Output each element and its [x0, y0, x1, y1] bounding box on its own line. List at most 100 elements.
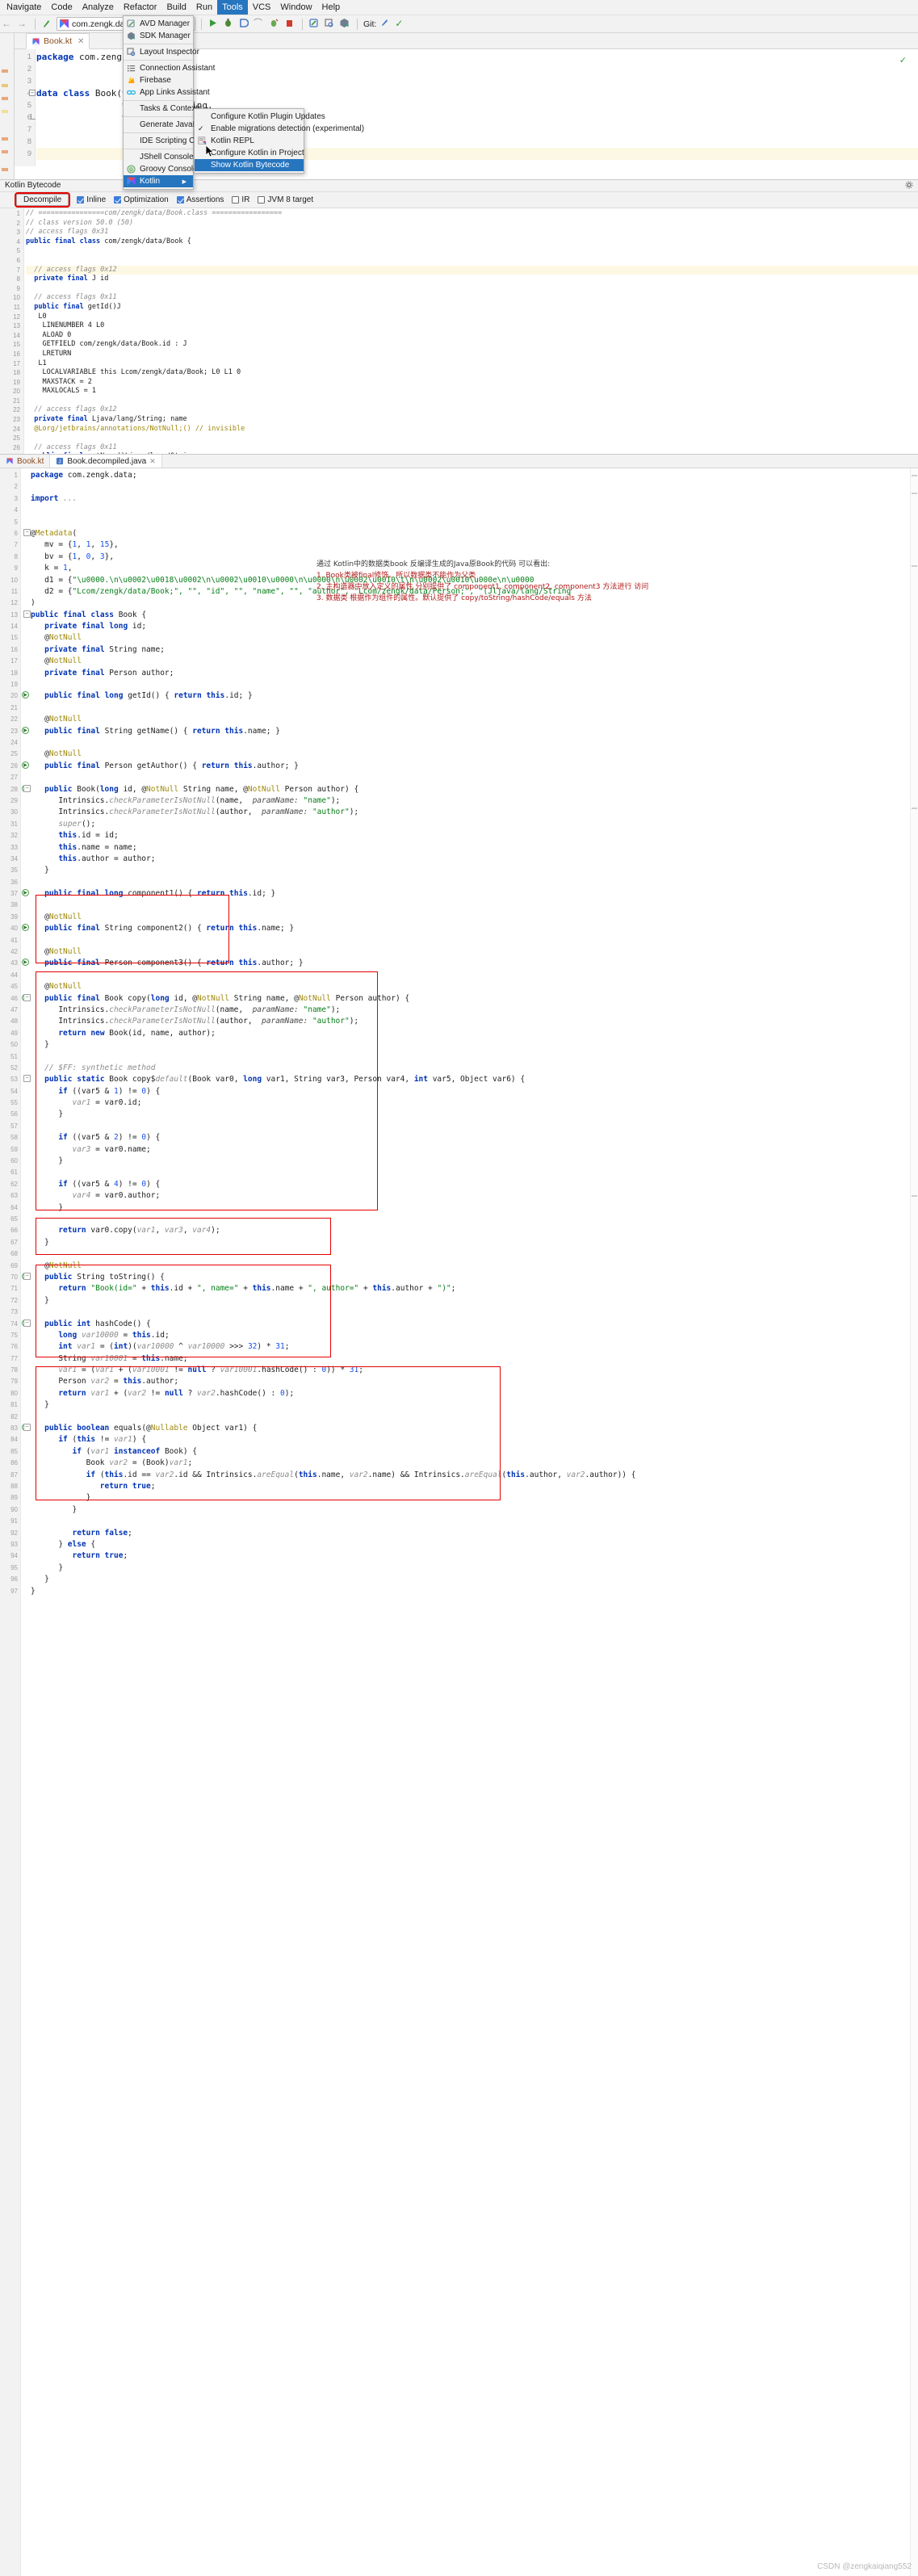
fold-collapse-icon[interactable]: − — [23, 610, 31, 618]
tools-menu-item-firebase[interactable]: Firebase — [124, 74, 193, 86]
java-code-line[interactable]: @NotNull — [31, 749, 918, 760]
java-code-line[interactable]: public int hashCode() { — [31, 1319, 918, 1330]
tools-menu-item-sdk-manager[interactable]: SDK Manager — [124, 30, 193, 42]
run-coverage-icon[interactable] — [238, 18, 250, 30]
java-code-line[interactable]: Intrinsics.checkParameterIsNotNull(name,… — [31, 795, 918, 807]
menu-analyze[interactable]: Analyze — [78, 0, 119, 15]
menu-help[interactable]: Help — [317, 0, 346, 15]
debug-button-icon[interactable] — [223, 18, 235, 30]
profile-icon[interactable]: ⌒ — [254, 18, 266, 30]
java-code-line[interactable]: var1 = (var1 + (var10001 != null ? var10… — [31, 1365, 918, 1376]
avd-manager-icon[interactable] — [308, 18, 321, 30]
decompiled-java-editor[interactable]: 1 2 3 4 5 6 7 8 9 10 11 12 13 14 15 16 17 18 19 20 21 22 23 24 2… — [0, 468, 918, 2576]
java-code-line[interactable]: if ((var5 & 2) != 0) { — [31, 1132, 918, 1143]
bytecode-output-area[interactable]: 1 2 3 4 5 6 7 8 9 10 11 12 13 14 15 16 17 18 19 20 21 22 23 24 2… — [0, 208, 918, 454]
menu-refactor[interactable]: Refactor — [119, 0, 162, 15]
java-code-line[interactable]: return false; — [31, 1528, 918, 1539]
close-icon[interactable]: ✕ — [149, 457, 156, 466]
option-assertions[interactable]: Assertions — [176, 195, 224, 204]
menu-tools[interactable]: Tools — [217, 0, 248, 15]
java-code-line[interactable]: public final class Book { — [31, 610, 918, 621]
bytecode-line[interactable]: ALOAD 0 — [26, 331, 918, 341]
java-code-line[interactable]: private final String name; — [31, 644, 918, 656]
java-code-line[interactable]: } — [31, 1492, 918, 1504]
tools-menu-item-app-links-assistant[interactable]: App Links Assistant — [124, 86, 210, 99]
option-inline[interactable]: Inline — [77, 195, 106, 204]
java-code-line[interactable] — [31, 900, 918, 911]
tools-menu-item-connection-assistant[interactable]: Connection Assistant — [124, 62, 215, 74]
run-method-icon[interactable]: ▶ — [22, 761, 29, 769]
java-code-line[interactable]: } — [31, 1156, 918, 1167]
java-code-line[interactable]: return true; — [31, 1481, 918, 1492]
kotlin-submenu-item-enable-migrations-detection-experimental[interactable]: ✓ Enable migrations detection (experiment… — [195, 123, 364, 135]
bytecode-line[interactable]: private final Ljava/lang/String; name — [26, 415, 918, 425]
java-code-line[interactable] — [31, 1248, 918, 1260]
java-code-line[interactable]: @NotNull — [31, 981, 918, 992]
java-code-line[interactable]: Person var2 = this.author; — [31, 1376, 918, 1387]
editor-scrollbar[interactable] — [910, 468, 918, 2576]
menu-window[interactable]: Window — [275, 0, 316, 15]
java-code-line[interactable]: this.id = id; — [31, 830, 918, 841]
menu-code[interactable]: Code — [46, 0, 77, 15]
attach-debugger-icon[interactable] — [269, 18, 281, 30]
java-code-line[interactable]: } — [31, 1109, 918, 1120]
java-code-line[interactable]: public final String component2() { retur… — [31, 923, 918, 934]
java-code-line[interactable]: Intrinsics.checkParameterIsNotNull(name,… — [31, 1005, 918, 1016]
java-code-line[interactable] — [31, 1516, 918, 1527]
bytecode-line[interactable]: MAXLOCALS = 1 — [26, 387, 918, 396]
bytecode-line[interactable]: public final getId()J — [26, 303, 918, 313]
tools-menu-item-groovy-console[interactable]: G Groovy Console... — [124, 163, 204, 175]
java-code-line[interactable]: Intrinsics.checkParameterIsNotNull(autho… — [31, 1016, 918, 1027]
java-code-line[interactable]: private final long id; — [31, 621, 918, 632]
java-code-line[interactable]: public Book(long id, @NotNull String nam… — [31, 784, 918, 795]
tools-menu-item-kotlin[interactable]: Kotlin ▶ — [124, 175, 193, 187]
run-button-icon[interactable] — [207, 18, 220, 30]
fold-collapse-icon[interactable]: − — [23, 993, 31, 1001]
sdk-manager-icon[interactable] — [339, 18, 351, 30]
java-code-line[interactable]: public final Book copy(long id, @NotNull… — [31, 993, 918, 1005]
kotlin-submenu-item-configure-kotlin-plugin-updates[interactable]: Configure Kotlin Plugin Updates — [195, 111, 325, 123]
java-code-line[interactable]: public String toString() { — [31, 1272, 918, 1283]
option-optimization[interactable]: Optimization — [114, 195, 169, 204]
java-code-line[interactable]: } — [31, 1039, 918, 1051]
bytecode-line[interactable]: public final class com/zengk/data/Book { — [26, 237, 918, 247]
bytecode-line[interactable]: LRETURN — [26, 350, 918, 359]
java-code-line[interactable] — [31, 505, 918, 516]
menu-build[interactable]: Build — [161, 0, 191, 15]
gear-icon[interactable] — [905, 181, 913, 191]
java-code-line[interactable] — [31, 1167, 918, 1178]
fold-collapse-icon[interactable]: − — [23, 1424, 31, 1432]
bytecode-line[interactable] — [26, 246, 918, 256]
java-code-line[interactable]: public boolean equals(@Nullable Object v… — [31, 1423, 918, 1434]
bytecode-line[interactable]: // access flags 0x11 — [26, 293, 918, 303]
menu-vcs[interactable]: VCS — [248, 0, 276, 15]
java-code-line[interactable]: // $FF: synthetic method — [31, 1063, 918, 1074]
java-code-line[interactable] — [31, 1412, 918, 1423]
java-code-line[interactable]: } — [31, 1574, 918, 1585]
java-code-line[interactable]: } — [31, 1586, 918, 1597]
forward-arrow-icon[interactable]: → — [17, 18, 29, 30]
java-code-line[interactable]: return true; — [31, 1550, 918, 1562]
java-code-line[interactable] — [31, 737, 918, 749]
java-code-line[interactable]: @NotNull — [31, 1261, 918, 1272]
bytecode-line[interactable]: LOCALVARIABLE this Lcom/zengk/data/Book;… — [26, 368, 918, 378]
bytecode-line[interactable]: // ================com/zengk/data/Book.c… — [26, 209, 918, 219]
java-code-line[interactable]: package com.zengk.data; — [31, 470, 918, 481]
java-code-line[interactable]: if (this != var1) { — [31, 1434, 918, 1445]
java-code-line[interactable]: return var1 + (var2 != null ? var2.hashC… — [31, 1388, 918, 1399]
run-method-icon[interactable]: ▶ — [22, 889, 29, 897]
java-code-line[interactable] — [31, 679, 918, 690]
java-code-line[interactable]: return new Book(id, name, author); — [31, 1028, 918, 1039]
java-code-line[interactable] — [31, 772, 918, 783]
java-code-line[interactable]: this.author = author; — [31, 854, 918, 865]
run-method-icon[interactable]: ▶ — [22, 924, 29, 932]
tools-menu-item-jshell-console[interactable]: JShell Console... — [124, 151, 200, 163]
java-code-line[interactable]: super(); — [31, 819, 918, 830]
bytecode-line[interactable]: MAXSTACK = 2 — [26, 378, 918, 388]
tools-menu-item-layout-inspector[interactable]: Layout Inspector — [124, 46, 199, 58]
java-code-line[interactable]: @NotNull — [31, 946, 918, 958]
java-code-line[interactable]: } — [31, 1295, 918, 1307]
java-code-line[interactable]: if (this.id == var2.id && Intrinsics.are… — [31, 1470, 918, 1481]
java-code-line[interactable]: public final Person getAuthor() { return… — [31, 761, 918, 772]
run-method-icon[interactable]: ▶ — [22, 959, 29, 967]
